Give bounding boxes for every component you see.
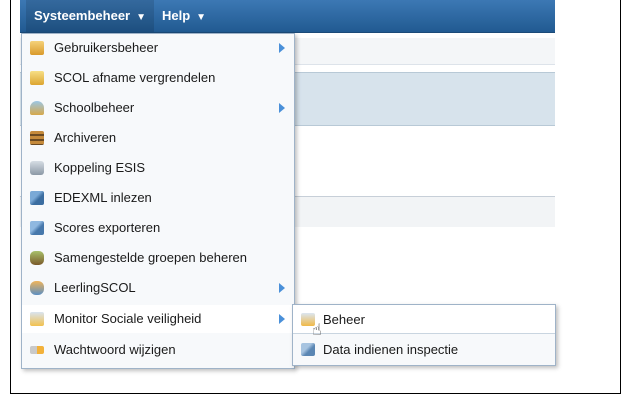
submenu-item-label: Data indienen inspectie	[323, 342, 459, 357]
upload-icon	[301, 343, 315, 356]
submenu-arrow-icon	[279, 43, 285, 53]
menu-item-edexml-inlezen[interactable]: EDEXML inlezen	[22, 184, 294, 212]
application-window: Systeembeheer ▼ Help ▼ Gebruikersbeheer SC…	[20, 0, 556, 380]
hand-cursor-icon: ☝	[312, 322, 322, 339]
menu-item-label: Koppeling ESIS	[54, 160, 146, 175]
menu-item-koppeling-esis[interactable]: Koppeling ESIS	[22, 154, 294, 182]
menu-help-label: Help	[162, 8, 191, 23]
menu-help[interactable]: Help ▼	[154, 0, 214, 32]
submenu-arrow-icon	[279, 283, 285, 293]
submenu-arrow-icon	[279, 314, 285, 324]
menu-item-leerlingscol[interactable]: LeerlingSCOL	[22, 274, 294, 302]
menu-item-label: SCOL afname vergrendelen	[54, 70, 216, 85]
menu-item-gebruikersbeheer[interactable]: Gebruikersbeheer	[22, 34, 294, 62]
menu-item-label: Schoolbeheer	[54, 100, 135, 115]
menu-item-wachtwoord-wijzigen[interactable]: Wachtwoord wijzigen	[22, 336, 294, 364]
menu-item-scol-afname-vergrendelen[interactable]: SCOL afname vergrendelen	[22, 64, 294, 92]
link-icon	[30, 161, 44, 175]
key-icon	[30, 346, 44, 354]
menu-systeembeheer[interactable]: Systeembeheer ▼	[26, 0, 155, 32]
submenu-item-data-indienen-inspectie[interactable]: Data indienen inspectie	[293, 335, 555, 364]
archive-icon	[30, 131, 44, 145]
menu-item-archiveren[interactable]: Archiveren	[22, 124, 294, 152]
menu-item-monitor-sociale-veiligheid[interactable]: Monitor Sociale veiligheid	[22, 305, 294, 333]
monitor-submenu: Beheer Data indienen inspectie	[292, 304, 556, 366]
menu-item-label: Gebruikersbeheer	[54, 40, 159, 55]
menu-item-label: Wachtwoord wijzigen	[54, 342, 176, 357]
school-icon	[30, 101, 44, 115]
groups-icon	[30, 251, 44, 265]
menu-item-scores-exporteren[interactable]: Scores exporteren	[22, 214, 294, 242]
menu-item-label: Archiveren	[54, 130, 117, 145]
chevron-down-icon: ▼	[136, 12, 147, 23]
menu-bar: Systeembeheer ▼ Help ▼	[20, 0, 555, 33]
systeembeheer-dropdown: Gebruikersbeheer SCOL afname vergrendele…	[21, 33, 295, 369]
menu-item-samengestelde-groepen[interactable]: Samengestelde groepen beheren	[22, 244, 294, 272]
user-folder-icon	[30, 41, 44, 55]
chevron-down-icon: ▼	[196, 12, 207, 23]
student-icon	[30, 281, 44, 295]
menu-item-label: LeerlingSCOL	[54, 280, 136, 295]
lock-folder-icon	[30, 71, 44, 85]
menu-item-label: EDEXML inlezen	[54, 190, 152, 205]
submenu-arrow-icon	[279, 103, 285, 113]
menu-item-schoolbeheer[interactable]: Schoolbeheer	[22, 94, 294, 122]
menu-item-label: Samengestelde groepen beheren	[54, 250, 247, 265]
submenu-item-label: Beheer	[323, 312, 365, 327]
monitor-icon	[30, 312, 44, 326]
menu-item-label: Monitor Sociale veiligheid	[54, 311, 202, 326]
export-icon	[30, 221, 44, 235]
import-icon	[30, 191, 44, 205]
menu-systeembeheer-label: Systeembeheer	[34, 8, 131, 23]
submenu-item-beheer[interactable]: Beheer	[293, 305, 555, 334]
menu-item-label: Scores exporteren	[54, 220, 161, 235]
